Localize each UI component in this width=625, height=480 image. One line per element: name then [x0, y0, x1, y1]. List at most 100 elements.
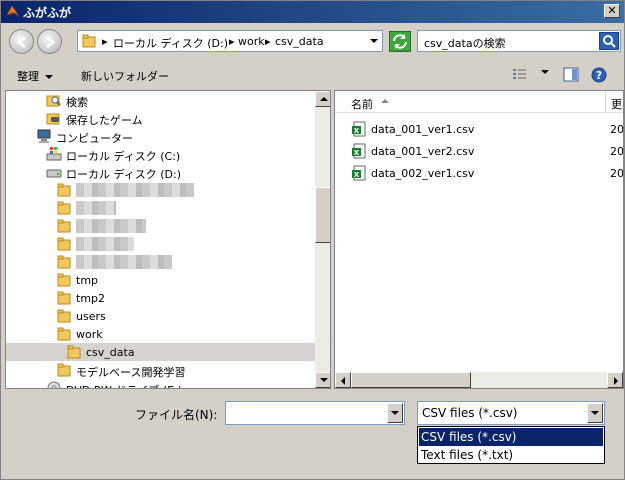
view-options-dropdown[interactable]	[535, 65, 549, 78]
scroll-thumb[interactable]	[315, 187, 330, 243]
tree-item-work[interactable]: work	[6, 325, 316, 343]
tree-item-label: 保存したゲーム	[66, 114, 143, 127]
search-button[interactable]	[599, 32, 619, 50]
tree-item-tmp2[interactable]: tmp2	[6, 289, 316, 307]
back-button[interactable]	[9, 29, 34, 54]
redacted-label	[76, 219, 146, 233]
tree-item-15[interactable]: モデルベース開発学習	[6, 361, 316, 379]
tree-item-dvd-rw-e[interactable]: DVD RW ドライブ (E:)	[6, 379, 316, 388]
column-divider[interactable]	[605, 91, 606, 113]
tree-item-label: csv_data	[86, 346, 135, 359]
forward-arrow-icon	[46, 35, 56, 49]
file-name: data_002_ver1.csv	[371, 167, 475, 180]
filename-input[interactable]	[225, 401, 405, 425]
tree-item-9[interactable]	[6, 253, 316, 271]
navigation-pane[interactable]: 検索保存したゲームコンピューターローカル ディスク (C:) ローカル ディスク …	[5, 90, 331, 389]
breadcrumb-csv-data[interactable]: csv_data	[275, 35, 324, 48]
file-row[interactable]: Xdata_001_ver1.csv 20	[335, 119, 623, 139]
tree-item-2[interactable]: コンピューター	[6, 127, 316, 145]
sort-ascending-icon	[381, 99, 389, 103]
tree-item-csv-data[interactable]: csv_data	[6, 343, 316, 361]
matlab-icon	[7, 6, 19, 17]
tree-item-label: DVD RW ドライブ (E:)	[66, 382, 182, 388]
scroll-down-button[interactable]	[315, 372, 330, 388]
close-button[interactable]: ✕	[604, 4, 620, 18]
arrow-left-icon	[341, 377, 345, 385]
back-arrow-icon	[16, 35, 26, 49]
tree-item-d[interactable]: ローカル ディスク (D:)	[6, 163, 316, 181]
tree-item-8[interactable]	[6, 235, 316, 253]
tree-item-label: ローカル ディスク (D:)	[66, 168, 181, 181]
csv-file-icon: X	[351, 143, 367, 162]
filetype-dropdown-list: CSV files (*.csv) Text files (*.txt)	[417, 426, 605, 464]
horizontal-scroll-thumb[interactable]	[351, 372, 471, 388]
tree-item-users[interactable]: users	[6, 307, 316, 325]
file-row[interactable]: Xdata_001_ver2.csv 20	[335, 141, 623, 161]
preview-pane-icon[interactable]	[563, 67, 579, 82]
file-list-pane[interactable]: 名前 更 Xdata_001_ver1.csv 20 Xdata_001_ver2.…	[334, 90, 624, 389]
help-icon[interactable]: ?	[591, 67, 607, 83]
breadcrumb-separator-icon: ▸	[265, 35, 271, 48]
svg-text:X: X	[354, 127, 360, 135]
tree-item-label: ローカル ディスク (C:)	[66, 150, 181, 163]
filetype-option-txt[interactable]: Text files (*.txt)	[419, 446, 603, 464]
tree-item-7[interactable]	[6, 217, 316, 235]
file-name: data_001_ver2.csv	[371, 145, 475, 158]
window-title: ふがふが	[23, 6, 72, 20]
file-open-dialog: ふがふが ✕ ▸ ローカル ディスク (D:) ▸ work ▸ csv_dat…	[0, 0, 625, 480]
column-date-header[interactable]: 更	[611, 96, 622, 112]
tree-item-5[interactable]	[6, 181, 316, 199]
scroll-left-button[interactable]	[335, 372, 351, 388]
breadcrumb-separator-icon: ▸	[102, 35, 108, 48]
refresh-button[interactable]	[389, 31, 411, 52]
address-bar[interactable]: ▸ ローカル ディスク (D:) ▸ work ▸ csv_data	[77, 30, 383, 52]
tree-item-label: コンピューター	[56, 132, 133, 145]
filename-dropdown-button[interactable]	[387, 403, 403, 423]
tree-vertical-scrollbar[interactable]	[315, 91, 330, 388]
column-name-header[interactable]: 名前	[351, 96, 373, 112]
tree-item-label: tmp	[76, 274, 99, 287]
tree-item-tmp[interactable]: tmp	[6, 271, 316, 289]
chevron-down-icon	[391, 411, 399, 415]
tree-item-c[interactable]: ローカル ディスク (C:)	[6, 145, 316, 163]
tree-item-label: work	[76, 328, 103, 341]
organize-label: 整理	[17, 70, 39, 83]
address-dropdown-icon[interactable]	[370, 39, 378, 43]
csv-file-icon: X	[351, 165, 367, 184]
search-placeholder: csv_dataの検索	[424, 37, 506, 50]
forward-button[interactable]	[37, 29, 62, 54]
filetype-select[interactable]: CSV files (*.csv)	[417, 401, 605, 425]
search-icon	[603, 35, 616, 48]
file-horizontal-scrollbar[interactable]	[335, 372, 623, 388]
tree-item-label: tmp2	[76, 292, 106, 305]
chevron-down-icon	[541, 70, 549, 74]
breadcrumb-separator-icon: ▸	[229, 35, 235, 48]
svg-text:?: ?	[596, 69, 602, 82]
view-list-icon[interactable]	[512, 67, 528, 81]
arrow-up-icon	[320, 97, 328, 101]
tree-item-1[interactable]: 保存したゲーム	[6, 109, 316, 127]
refresh-icon	[393, 34, 407, 49]
file-date: 20	[610, 167, 624, 180]
new-folder-button[interactable]: 新しいフォルダー	[81, 68, 169, 84]
organize-button[interactable]: 整理	[17, 68, 53, 84]
filetype-dropdown-button[interactable]	[587, 403, 603, 423]
file-date: 20	[610, 145, 624, 158]
tree-item-label: モデルベース開発学習	[76, 366, 186, 379]
tree-item-6[interactable]	[6, 199, 316, 217]
tree-item-0[interactable]: 検索	[6, 91, 316, 109]
breadcrumb-drive[interactable]: ローカル ディスク (D:)	[113, 35, 228, 51]
filename-label: ファイル名(N):	[135, 408, 218, 422]
file-date: 20	[610, 123, 624, 136]
scroll-up-button[interactable]	[315, 91, 330, 107]
folder-icon	[82, 34, 96, 48]
file-row[interactable]: Xdata_002_ver1.csv 20	[335, 163, 623, 183]
scroll-right-button[interactable]	[607, 372, 623, 388]
title-bar[interactable]: ふがふが ✕	[1, 1, 624, 23]
breadcrumb-work[interactable]: work	[238, 35, 265, 48]
filetype-option-csv[interactable]: CSV files (*.csv)	[419, 428, 603, 446]
svg-text:X: X	[354, 171, 360, 179]
svg-text:X: X	[354, 149, 360, 157]
search-input[interactable]: csv_dataの検索	[417, 30, 621, 52]
csv-file-icon: X	[351, 121, 367, 140]
